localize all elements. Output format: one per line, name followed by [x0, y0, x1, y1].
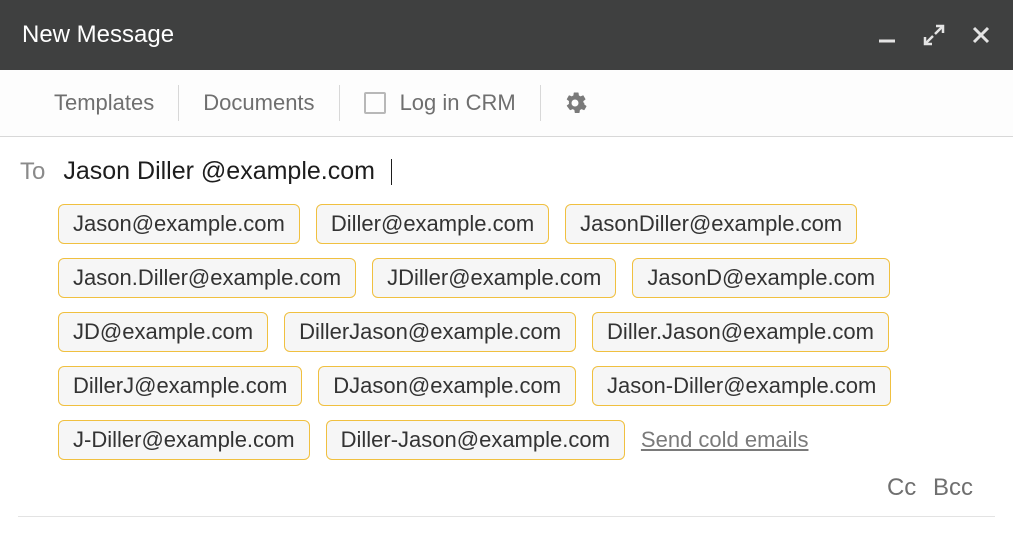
toolbar: Templates Documents Log in CRM: [0, 70, 1013, 137]
email-suggestion-chip[interactable]: Jason-Diller@example.com: [592, 366, 891, 406]
cc-bcc-row: Cc Bcc: [18, 474, 995, 502]
send-cold-emails-link[interactable]: Send cold emails: [641, 427, 809, 453]
email-suggestion-chip[interactable]: JD@example.com: [58, 312, 268, 352]
to-row: To Jason Diller @example.com: [18, 157, 995, 186]
email-suggestion-chip[interactable]: Diller.Jason@example.com: [592, 312, 889, 352]
gear-icon[interactable]: [541, 91, 609, 115]
log-in-crm-label: Log in CRM: [400, 90, 516, 116]
text-caret: [391, 159, 392, 185]
expand-icon[interactable]: [923, 24, 945, 46]
email-suggestion-chip[interactable]: DJason@example.com: [318, 366, 576, 406]
email-suggestion-chip[interactable]: JasonD@example.com: [632, 258, 890, 298]
close-icon[interactable]: [971, 25, 991, 45]
email-suggestion-chip[interactable]: Jason.Diller@example.com: [58, 258, 356, 298]
log-in-crm-checkbox[interactable]: [364, 92, 386, 114]
cc-button[interactable]: Cc: [887, 474, 916, 501]
email-suggestion-chip[interactable]: Diller-Jason@example.com: [326, 420, 625, 460]
title-bar: New Message: [0, 0, 1013, 70]
email-suggestion-chip[interactable]: Jason@example.com: [58, 204, 300, 244]
email-suggestion-chip[interactable]: JasonDiller@example.com: [565, 204, 857, 244]
email-suggestion-chip[interactable]: JDiller@example.com: [372, 258, 616, 298]
documents-button[interactable]: Documents: [179, 85, 338, 121]
compose-window: New Message Templates Documents: [0, 0, 1013, 546]
email-suggestion-chip[interactable]: J-Diller@example.com: [58, 420, 310, 460]
email-suggestion-chip[interactable]: DillerJason@example.com: [284, 312, 576, 352]
compose-body: To Jason Diller @example.com Jason@examp…: [0, 137, 1013, 517]
bcc-button[interactable]: Bcc: [933, 474, 973, 501]
email-suggestions: Jason@example.com Diller@example.com Jas…: [18, 204, 995, 460]
window-title: New Message: [22, 21, 174, 49]
minimize-icon[interactable]: [877, 25, 897, 45]
templates-button[interactable]: Templates: [30, 85, 178, 121]
to-label: To: [20, 158, 45, 186]
email-suggestion-chip[interactable]: Diller@example.com: [316, 204, 549, 244]
to-input[interactable]: Jason Diller @example.com: [63, 157, 375, 186]
log-in-crm-button[interactable]: Log in CRM: [340, 85, 540, 121]
email-suggestion-chip[interactable]: DillerJ@example.com: [58, 366, 302, 406]
window-controls: [877, 24, 991, 46]
divider: [18, 516, 995, 517]
